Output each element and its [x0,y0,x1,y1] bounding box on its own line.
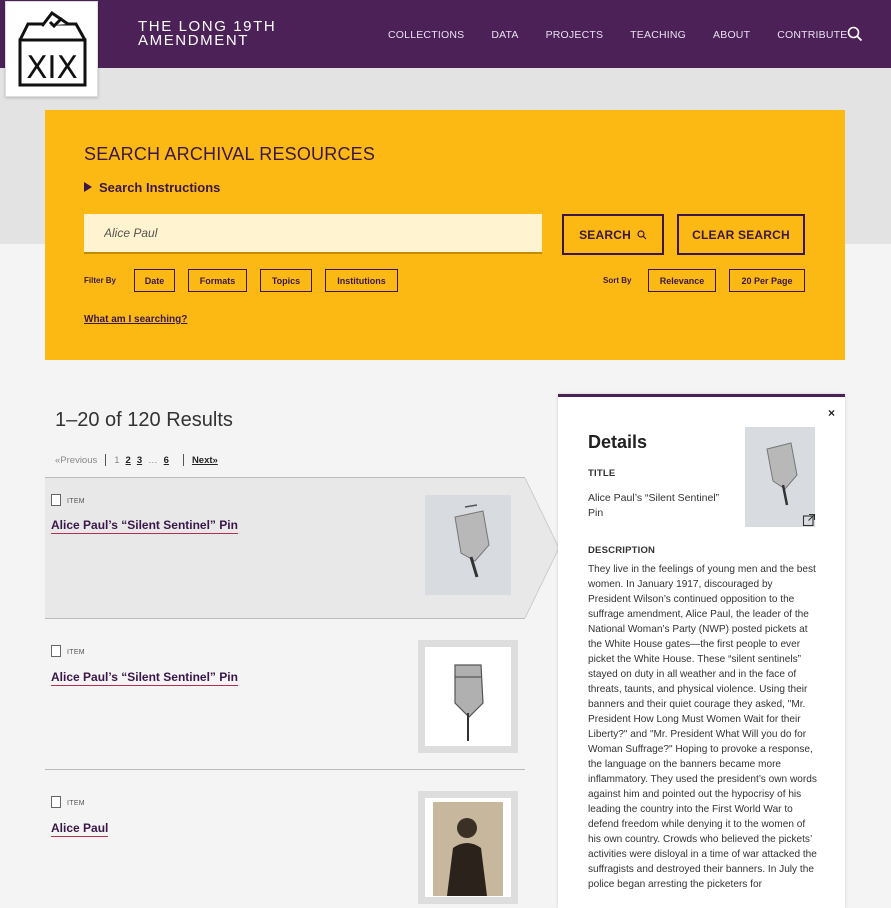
item-type-label: ITEM [67,498,85,505]
selected-pointer [525,478,559,618]
pager-last[interactable]: 6 [164,455,169,466]
per-page-select[interactable]: 20 Per Page [729,269,805,292]
item-type-label: ITEM [67,800,85,807]
pager-ellipsis: … [148,454,158,466]
sort-label: Sort By [603,276,632,285]
portrait-photo [425,798,511,897]
details-heading: Details [588,432,648,452]
sort-relevance[interactable]: Relevance [648,269,716,292]
pagination: «Previous 1 2 3 … 6 Next» [55,454,218,466]
pager-current: 1 [114,454,120,466]
result-thumbnail[interactable] [418,640,518,753]
filter-date[interactable]: Date [134,269,175,292]
nav-teaching[interactable]: TEACHING [630,29,686,41]
result-item[interactable]: ITEM Alice Paul’s “Silent Sentinel” Pin [45,477,525,619]
svg-text:XIX: XIX [26,50,78,86]
nav-contribute[interactable]: CONTRIBUTE [777,29,847,41]
results-count: 1–20 of 120 Results [55,409,233,431]
filter-formats[interactable]: Formats [188,269,247,292]
pin-image [766,442,798,506]
what-am-i-searching-link[interactable]: What am I searching? [84,314,187,325]
search-instructions-toggle[interactable]: Search Instructions [84,180,220,195]
site-title[interactable]: THE LONG 19TH AMENDMENT [138,19,276,49]
title-label: TITLE [588,468,616,479]
result-title[interactable]: Alice Paul’s “Silent Sentinel” Pin [51,670,238,686]
nav-about[interactable]: ABOUT [713,29,750,41]
pager-divider [105,454,107,466]
details-thumbnail[interactable] [745,427,815,527]
document-icon [51,796,61,808]
site-title-line2: AMENDMENT [138,32,250,49]
search-button-label: SEARCH [579,227,631,242]
details-description: They live in the feelings of young men a… [588,564,817,890]
result-title[interactable]: Alice Paul’s “Silent Sentinel” Pin [51,518,238,534]
result-thumbnail[interactable] [418,791,518,904]
search-panel: SEARCH ARCHIVAL RESOURCES Search Instruc… [45,110,845,360]
pager-divider [182,454,184,466]
close-icon[interactable]: × [828,406,835,420]
panel-title: SEARCH ARCHIVAL RESOURCES [84,144,376,164]
pager-page[interactable]: 3 [137,455,142,466]
result-title[interactable]: Alice Paul [51,821,109,837]
filter-label: Filter By [84,276,117,285]
description-label: DESCRIPTION [588,545,656,556]
document-icon [51,645,61,657]
pin-image [454,504,490,578]
filter-topics[interactable]: Topics [260,269,312,292]
ballot-box-icon: XIX [18,10,87,87]
pager-page[interactable]: 2 [126,455,131,466]
site-logo[interactable]: XIX [5,1,98,97]
search-icon[interactable] [847,26,863,42]
pin-image [425,647,511,746]
result-item[interactable]: ITEM Alice Paul’s “Silent Sentinel” Pin [45,618,525,760]
disclosure-triangle-icon [84,182,92,192]
details-title: Alice Paul’s “Silent Sentinel” Pin [588,492,720,519]
clear-search-button[interactable]: CLEAR SEARCH [677,214,805,255]
result-item[interactable]: ITEM Alice Paul [45,769,525,908]
result-thumbnail[interactable] [425,495,511,595]
nav-collections[interactable]: COLLECTIONS [388,29,464,41]
document-icon [51,494,61,506]
details-panel: × Details TITLE Alice Paul’s “Silent Sen… [558,394,845,908]
main-nav: COLLECTIONS DATA PROJECTS TEACHING ABOUT… [388,29,874,41]
magnifier-icon [637,229,647,239]
item-type-label: ITEM [67,649,85,656]
external-link-icon[interactable] [802,513,816,527]
nav-data[interactable]: DATA [491,29,518,41]
nav-projects[interactable]: PROJECTS [546,29,604,41]
search-button[interactable]: SEARCH [562,214,664,255]
search-instructions-label: Search Instructions [99,180,221,195]
filter-institutions[interactable]: Institutions [325,269,398,292]
pager-previous[interactable]: «Previous [55,455,97,466]
pager-next[interactable]: Next» [192,455,218,466]
search-input[interactable] [84,214,542,254]
